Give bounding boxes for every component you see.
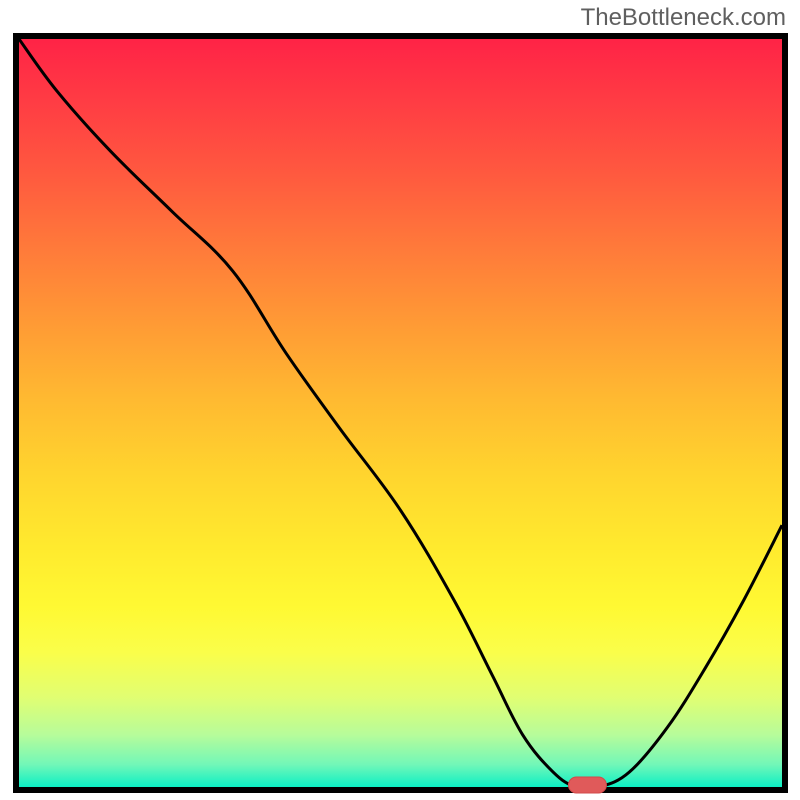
chart-container: TheBottleneck.com [0, 0, 800, 800]
plot-frame [13, 33, 788, 793]
optimum-marker [568, 777, 606, 793]
bottleneck-curve [19, 39, 782, 789]
watermark-text: TheBottleneck.com [581, 4, 786, 32]
curve-svg [19, 39, 782, 787]
